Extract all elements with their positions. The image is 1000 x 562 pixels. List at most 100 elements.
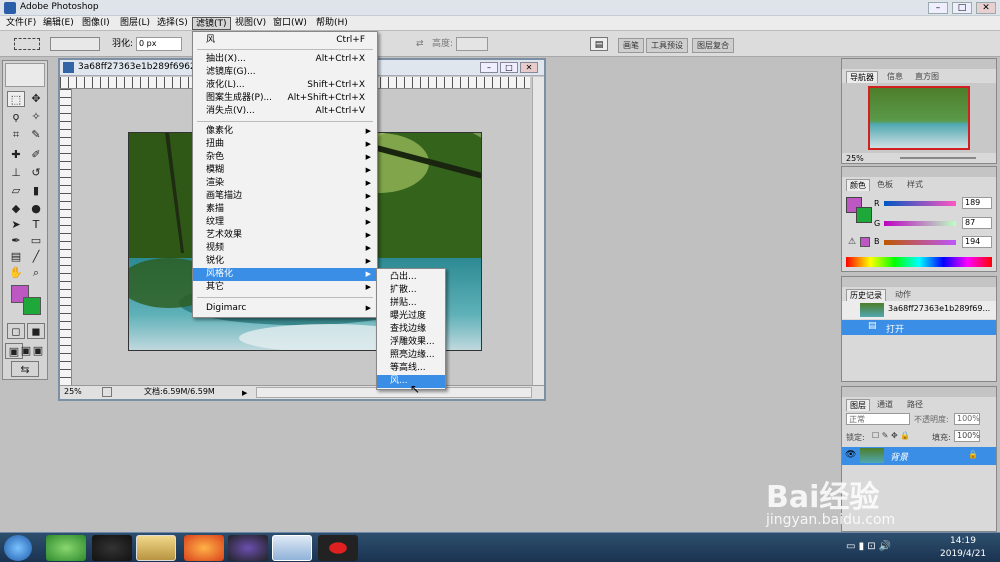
well-layer-comps[interactable]: 图层复合 <box>692 38 734 53</box>
navigator-zoom[interactable]: 25% <box>846 154 864 163</box>
eraser-tool-icon[interactable]: ▱ <box>7 183 25 199</box>
doc-maximize-button[interactable]: □ <box>500 62 518 73</box>
menu-distort[interactable]: 扭曲 ▶ <box>193 138 377 151</box>
menu-view[interactable]: 视图(V) <box>232 17 269 30</box>
taskbar-360-icon[interactable] <box>46 535 86 561</box>
tab-paths[interactable]: 路径 <box>904 399 926 411</box>
tray-icons[interactable]: ▭ ▮ ⊡ 🔊 <box>846 541 891 552</box>
g-value[interactable]: 87 <box>962 217 992 229</box>
menu-other[interactable]: 其它 ▶ <box>193 281 377 294</box>
vertical-scrollbar[interactable] <box>532 77 544 385</box>
dodge-tool-icon[interactable]: ● <box>27 201 45 217</box>
submenu-emboss[interactable]: 浮雕效果... <box>377 336 445 349</box>
menu-sharpen[interactable]: 锐化 ▶ <box>193 255 377 268</box>
tab-navigator[interactable]: 导航器 <box>846 71 878 83</box>
shape-tool-icon[interactable]: ▭ <box>27 233 45 249</box>
menu-edit[interactable]: 编辑(E) <box>40 17 77 30</box>
gamut-warning-icon[interactable]: ⚠ <box>848 237 856 247</box>
brush-tool-icon[interactable]: ✐ <box>27 147 45 163</box>
menu-select[interactable]: 选择(S) <box>154 17 191 30</box>
magic-wand-icon[interactable]: ✧ <box>27 109 45 125</box>
menu-pattern-maker[interactable]: 图案生成器(P)... Alt+Shift+Ctrl+X <box>193 92 377 105</box>
move-tool-icon[interactable]: ✥ <box>27 91 45 107</box>
blur-tool-icon[interactable]: ◆ <box>7 201 25 217</box>
zoom-tool-icon[interactable]: ⌕ <box>27 265 45 281</box>
menu-extract[interactable]: 抽出(X)... Alt+Ctrl+X <box>193 53 377 66</box>
screen-mode-3-icon[interactable]: ▣ <box>29 343 47 359</box>
submenu-extrude[interactable]: 凸出... <box>377 271 445 284</box>
b-value[interactable]: 194 <box>962 236 992 248</box>
history-state-row[interactable]: ▤ 打开 <box>842 320 996 335</box>
opacity-input[interactable]: 100% <box>954 413 980 425</box>
layer-row-background[interactable]: 👁 背景 🔒 <box>842 447 996 465</box>
menu-noise[interactable]: 杂色 ▶ <box>193 151 377 164</box>
minimize-button[interactable]: – <box>928 2 948 14</box>
visibility-eye-icon[interactable]: 👁 <box>845 450 856 460</box>
submenu-find-edges[interactable]: 查找边缘 <box>377 323 445 336</box>
zoom-level[interactable]: 25% <box>64 386 82 398</box>
tab-info[interactable]: 信息 <box>884 71 906 83</box>
menu-filter[interactable]: 滤镜(T) <box>192 17 231 30</box>
menu-stylize[interactable]: 风格化 ▶ <box>193 268 377 281</box>
navigator-preview[interactable] <box>842 83 996 153</box>
taskbar-record-icon[interactable] <box>318 535 358 561</box>
navigator-zoom-slider[interactable] <box>900 157 976 159</box>
taskbar-video-icon[interactable] <box>228 535 268 561</box>
well-brushes[interactable]: 画笔 <box>618 38 644 53</box>
taskbar-explorer-icon[interactable] <box>136 535 176 561</box>
color-spectrum-ramp[interactable] <box>846 257 992 267</box>
eyedropper-icon[interactable]: ╱ <box>27 249 45 265</box>
clock-time[interactable]: 14:19 <box>950 536 976 546</box>
menu-vanishing-point[interactable]: 消失点(V)... Alt+Ctrl+V <box>193 105 377 118</box>
submenu-solarize[interactable]: 曝光过度 <box>377 310 445 323</box>
background-color-swatch[interactable] <box>23 297 41 315</box>
blend-mode-select[interactable]: 正常 <box>846 413 910 425</box>
menu-window[interactable]: 窗口(W) <box>270 17 310 30</box>
height-input[interactable] <box>456 37 488 51</box>
menu-blur[interactable]: 模糊 ▶ <box>193 164 377 177</box>
taskbar-firefox-icon[interactable] <box>184 535 224 561</box>
clone-stamp-icon[interactable]: ⊥ <box>7 165 25 181</box>
close-button[interactable]: ✕ <box>976 2 996 14</box>
color-background-swatch[interactable] <box>856 207 872 223</box>
gamut-swatch[interactable] <box>860 237 870 247</box>
submenu-tiles[interactable]: 拼贴... <box>377 297 445 310</box>
menu-liquify[interactable]: 液化(L)... Shift+Ctrl+X <box>193 79 377 92</box>
tab-styles[interactable]: 样式 <box>904 179 926 191</box>
menu-image[interactable]: 图像(I) <box>79 17 113 30</box>
standard-mode-icon[interactable]: ◻ <box>7 323 25 339</box>
history-brush-icon[interactable]: ↺ <box>27 165 45 181</box>
r-slider[interactable] <box>884 201 956 206</box>
maximize-button[interactable]: □ <box>952 2 972 14</box>
menu-filter-gallery[interactable]: 滤镜库(G)... <box>193 66 377 79</box>
menu-last-filter[interactable]: 风 Ctrl+F <box>193 34 377 47</box>
r-value[interactable]: 189 <box>962 197 992 209</box>
doc-close-button[interactable]: ✕ <box>520 62 538 73</box>
menu-layer[interactable]: 图层(L) <box>117 17 153 30</box>
submenu-glowing-edges[interactable]: 照亮边缘... <box>377 349 445 362</box>
tab-histogram[interactable]: 直方图 <box>912 71 942 83</box>
g-slider[interactable] <box>884 221 956 226</box>
tab-color[interactable]: 颜色 <box>846 179 870 191</box>
hand-tool-icon[interactable]: ✋ <box>7 265 25 281</box>
quick-mask-icon[interactable]: ◼ <box>27 323 45 339</box>
status-menu-arrow-icon[interactable]: ▶ <box>242 387 247 399</box>
start-button[interactable] <box>4 535 32 561</box>
feather-input[interactable]: 0 px <box>136 37 182 51</box>
menu-artistic[interactable]: 艺术效果 ▶ <box>193 229 377 242</box>
crop-tool-icon[interactable]: ⌗ <box>7 127 25 143</box>
healing-brush-icon[interactable]: ✚ <box>7 147 25 163</box>
selection-mode-icons[interactable] <box>50 37 100 51</box>
taskbar-photoshop-icon[interactable] <box>272 535 312 561</box>
jump-to-imageready-icon[interactable]: ⇆ <box>11 361 39 377</box>
marquee-tool-icon[interactable]: ⬚ <box>7 91 25 107</box>
gradient-tool-icon[interactable]: ▮ <box>27 183 45 199</box>
lock-icons[interactable]: ☐ ✎ ✥ 🔒 <box>872 431 910 440</box>
fill-input[interactable]: 100% <box>954 430 980 442</box>
status-info-icon[interactable] <box>102 387 112 397</box>
path-select-icon[interactable]: ➤ <box>7 217 25 233</box>
menu-sketch[interactable]: 素描 ▶ <box>193 203 377 216</box>
tab-swatches[interactable]: 色板 <box>874 179 896 191</box>
menu-digimarc[interactable]: Digimarc ▶ <box>193 302 377 315</box>
clock-date[interactable]: 2019/4/21 <box>940 549 986 559</box>
